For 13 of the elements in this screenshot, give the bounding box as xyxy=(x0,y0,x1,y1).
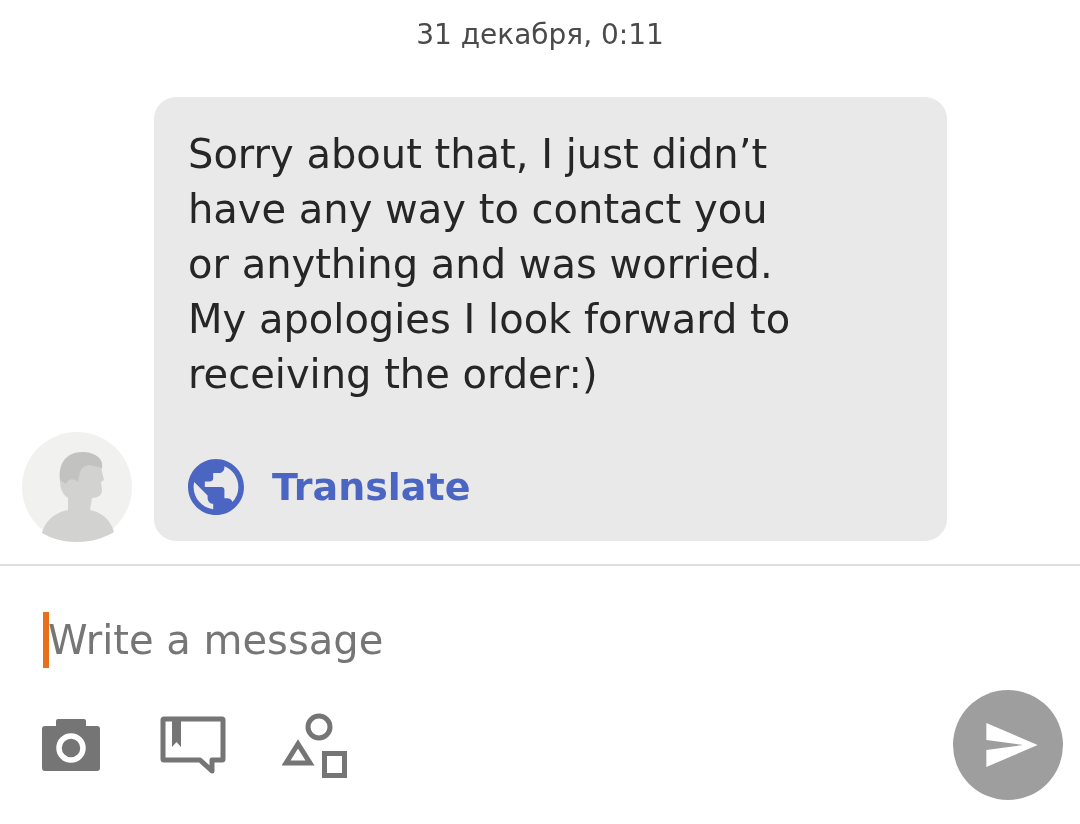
avatar-icon xyxy=(22,432,132,542)
send-icon xyxy=(986,723,1038,767)
message-timestamp: 31 декабря, 0:11 xyxy=(416,18,664,52)
shapes-button[interactable] xyxy=(282,712,347,778)
globe-icon xyxy=(188,459,244,515)
camera-button[interactable] xyxy=(42,719,100,771)
message-input[interactable]: Write a message xyxy=(0,612,1080,668)
bookmark-chat-icon xyxy=(160,716,226,774)
shapes-icon xyxy=(282,712,347,778)
message-text: Sorry about that, I just didn’t have any way to contact you or anything and was worried. My apologies I look forward to receiving the order:) xyxy=(188,130,792,399)
translate-link[interactable]: Translate xyxy=(188,459,471,515)
camera-icon xyxy=(42,719,100,771)
saved-replies-button[interactable] xyxy=(160,716,226,774)
